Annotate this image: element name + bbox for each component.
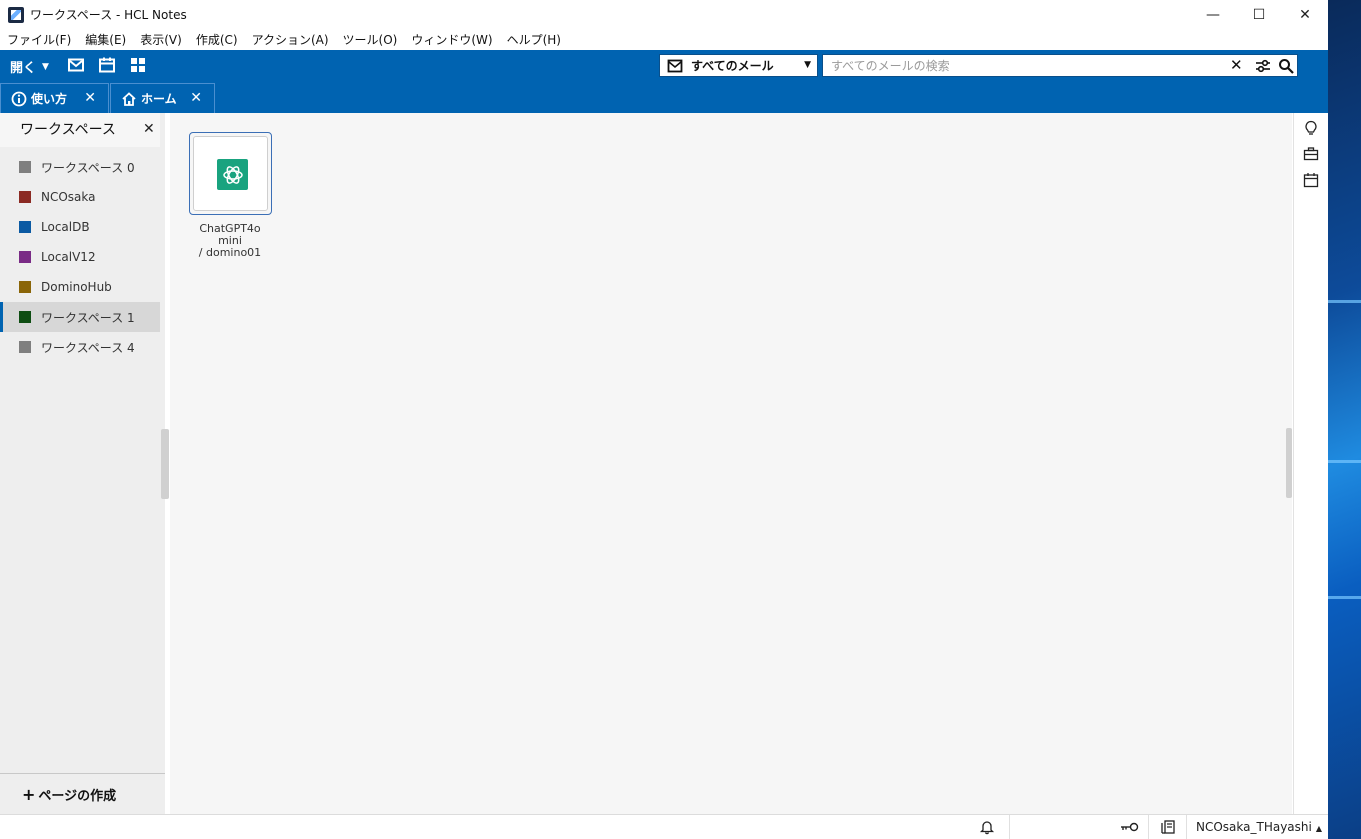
divider xyxy=(1148,815,1149,839)
close-window-button[interactable]: ✕ xyxy=(1282,0,1328,29)
tab-home[interactable]: ホーム ✕ xyxy=(110,83,215,113)
workspace-item[interactable]: ワークスペース 4 xyxy=(0,332,160,362)
app-tile-label: ChatGPT4o mini / domino01 xyxy=(190,223,270,259)
workspace-color-swatch xyxy=(19,161,31,173)
workspace-color-swatch xyxy=(19,311,31,323)
app-tile[interactable] xyxy=(189,132,272,215)
chevron-down-icon: ▼ xyxy=(804,60,811,70)
info-icon xyxy=(11,91,27,106)
workspace-color-swatch xyxy=(19,341,31,353)
menu-tools[interactable]: ツール(O) xyxy=(336,31,405,48)
workspace-label: LocalV12 xyxy=(41,250,96,264)
maximize-button[interactable]: ☐ xyxy=(1236,0,1282,29)
close-tab-icon[interactable]: ✕ xyxy=(84,90,96,106)
open-button-label: 開く xyxy=(10,61,37,76)
workspace-color-swatch xyxy=(19,251,31,263)
workspace-item[interactable]: DominoHub xyxy=(0,272,160,302)
menu-edit[interactable]: 編集(E) xyxy=(78,31,133,48)
mail-scope-dropdown[interactable]: すべてのメール ▼ xyxy=(659,54,818,77)
menu-help[interactable]: ヘルプ(H) xyxy=(500,31,568,48)
workspace-label: ワークスペース 0 xyxy=(41,160,135,175)
window-controls: — ☐ ✕ xyxy=(1190,0,1328,29)
workspace-color-swatch xyxy=(19,221,31,233)
hcl-notes-window: ワークスペース - HCL Notes — ☐ ✕ ファイル(F) 編集(E) … xyxy=(0,0,1328,839)
workspace-canvas: ChatGPT4o mini / domino01 xyxy=(170,113,1292,814)
app-tile-server: / domino01 xyxy=(198,246,262,259)
tab-bar: 使い方 ✕ ホーム ✕ xyxy=(0,82,1328,113)
workspace-item[interactable]: LocalV12 xyxy=(0,242,160,272)
menu-file[interactable]: ファイル(F) xyxy=(0,31,78,48)
tab-getting-started[interactable]: 使い方 ✕ xyxy=(0,83,109,113)
create-page-label: ページの作成 xyxy=(38,789,117,804)
mail-scope-label: すべてのメール xyxy=(691,59,774,73)
location-user-selector[interactable]: NCOsaka_THayashi ▲ xyxy=(1196,820,1322,834)
chevron-up-icon: ▲ xyxy=(1315,824,1323,833)
workspace-color-swatch xyxy=(19,191,31,203)
server-icon[interactable] xyxy=(1160,819,1176,835)
chevron-down-icon: ▼ xyxy=(42,61,49,72)
sidebar-resize-handle[interactable] xyxy=(161,429,169,499)
workspace-sidebar: ワークスペース ✕ ワークスペース 0 NCOsaka LocalDB Loca… xyxy=(0,113,169,814)
search-icon[interactable] xyxy=(1278,58,1294,74)
right-sidebar-rail xyxy=(1293,113,1328,814)
home-icon xyxy=(122,91,136,106)
create-page-button[interactable]: + ページの作成 xyxy=(22,785,116,804)
key-icon[interactable] xyxy=(1120,819,1140,835)
lightbulb-icon[interactable] xyxy=(1303,120,1319,136)
search-options-icon[interactable] xyxy=(1255,58,1271,74)
desktop-background xyxy=(1328,0,1361,839)
workspace-label: DominoHub xyxy=(41,280,112,294)
sidebar-title: ワークスペース xyxy=(20,122,116,138)
workspace-label: LocalDB xyxy=(41,220,90,234)
open-button[interactable]: 開く ▼ xyxy=(10,57,49,76)
window-title: ワークスペース - HCL Notes xyxy=(30,8,187,22)
hcl-notes-app-icon xyxy=(8,6,24,23)
menu-actions[interactable]: アクション(A) xyxy=(245,31,336,48)
plus-icon: + xyxy=(22,785,36,804)
workspace-label: NCOsaka xyxy=(41,190,96,204)
calendar-icon[interactable] xyxy=(98,56,116,74)
sidebar-header: ワークスペース ✕ xyxy=(0,113,160,147)
menu-window[interactable]: ウィンドウ(W) xyxy=(404,31,499,48)
workspace-label: ワークスペース 1 xyxy=(41,310,135,325)
search-box: ✕ xyxy=(822,54,1298,77)
divider xyxy=(1009,815,1010,839)
workspace-label: ワークスペース 4 xyxy=(41,340,135,355)
bell-icon[interactable] xyxy=(979,819,995,835)
tab-label: 使い方 xyxy=(31,92,68,106)
menu-create[interactable]: 作成(C) xyxy=(189,31,245,48)
right-panel-resize-handle[interactable] xyxy=(1286,428,1292,498)
status-bar: NCOsaka_THayashi ▲ xyxy=(0,814,1328,839)
workspace-item[interactable]: NCOsaka xyxy=(0,182,160,212)
workspace-color-swatch xyxy=(19,281,31,293)
mail-icon[interactable] xyxy=(67,56,85,74)
close-sidebar-icon[interactable]: ✕ xyxy=(143,121,155,137)
menu-bar: ファイル(F) 編集(E) 表示(V) 作成(C) アクション(A) ツール(O… xyxy=(0,29,1328,50)
workspace-item[interactable]: ワークスペース 0 xyxy=(0,152,160,182)
menu-view[interactable]: 表示(V) xyxy=(133,31,189,48)
title-bar: ワークスペース - HCL Notes — ☐ ✕ xyxy=(0,0,1328,29)
apps-grid-icon[interactable] xyxy=(129,56,147,74)
tab-label: ホーム xyxy=(141,92,177,106)
mail-icon xyxy=(667,59,683,72)
app-tile-inner xyxy=(193,136,268,211)
search-input[interactable] xyxy=(823,55,1213,76)
briefcase-icon[interactable] xyxy=(1303,146,1319,162)
clear-search-icon[interactable]: ✕ xyxy=(1230,56,1243,74)
location-user-label: NCOsaka_THayashi xyxy=(1196,820,1312,834)
workspace-item[interactable]: LocalDB xyxy=(0,212,160,242)
main-toolbar: 開く ▼ すべてのメール ▼ すべてのメールの検索 ✕ xyxy=(0,50,1328,82)
workspace-item-active[interactable]: ワークスペース 1 xyxy=(0,302,160,332)
minimize-button[interactable]: — xyxy=(1190,0,1236,29)
calendar-icon[interactable] xyxy=(1303,172,1319,188)
openai-logo-icon xyxy=(217,159,248,190)
divider xyxy=(0,773,165,774)
divider xyxy=(1186,815,1187,839)
close-tab-icon[interactable]: ✕ xyxy=(190,90,202,106)
